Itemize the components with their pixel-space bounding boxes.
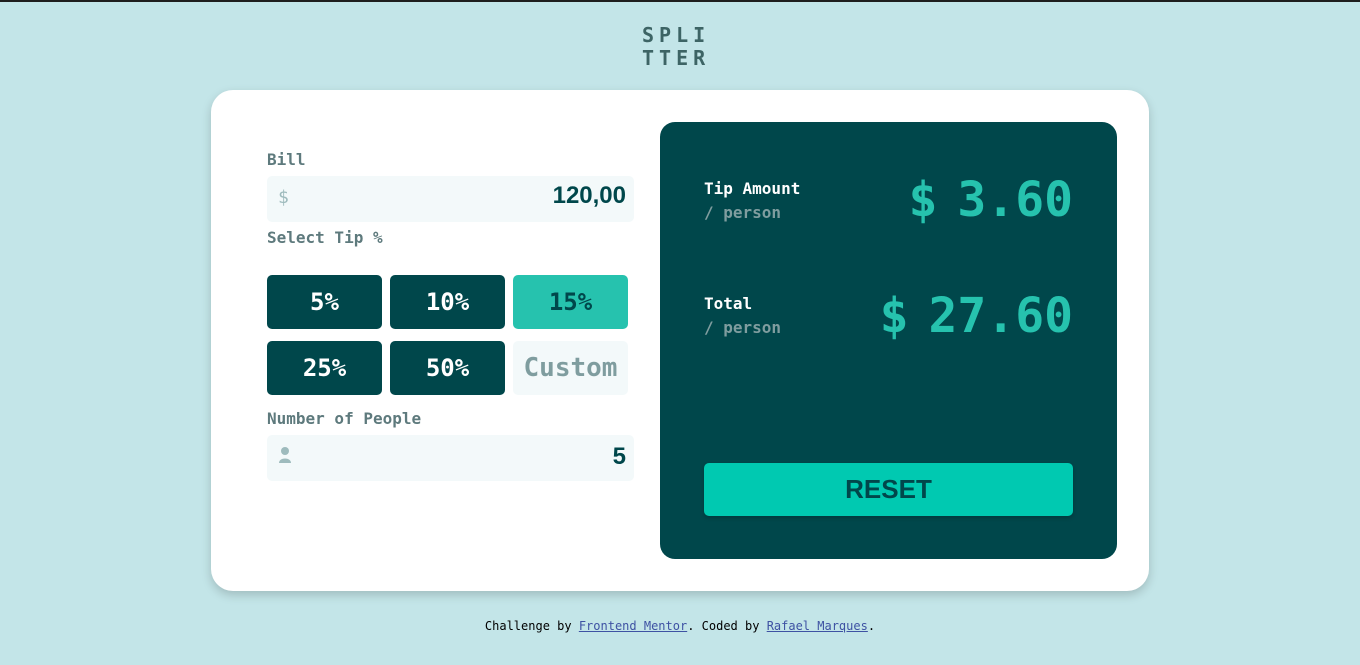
results-panel: Tip Amount / person $3.60 Total / person… xyxy=(660,122,1117,559)
tip-amount-value: $3.60 xyxy=(909,172,1074,228)
frontend-mentor-link[interactable]: Frontend Mentor xyxy=(579,619,687,633)
logo: SPLI TTER xyxy=(642,24,722,70)
total-title: Total xyxy=(704,294,753,313)
people-label: Number of People xyxy=(267,409,422,428)
total-number: 27.60 xyxy=(928,288,1074,344)
total-currency: $ xyxy=(879,288,909,344)
attribution: Challenge by Frontend Mentor. Coded by R… xyxy=(0,619,1360,633)
author-link[interactable]: Rafael Marques xyxy=(767,619,868,633)
attribution-middle: . Coded by xyxy=(687,619,767,633)
bill-input[interactable]: $ 120,00 xyxy=(267,176,634,222)
attribution-prefix: Challenge by xyxy=(484,619,579,633)
tip-amount-title: Tip Amount xyxy=(704,179,801,198)
logo-line-1: SPLI xyxy=(642,23,711,47)
tip-button-25[interactable]: 25% xyxy=(267,341,382,395)
custom-tip-input[interactable]: Custom xyxy=(513,341,628,395)
tip-button-50[interactable]: 50% xyxy=(390,341,505,395)
bill-value[interactable]: 120,00 xyxy=(553,182,626,210)
attribution-suffix: . xyxy=(867,619,876,633)
tip-button-15[interactable]: 15% xyxy=(513,275,628,329)
tip-amount-sub: / person xyxy=(704,203,782,222)
people-value[interactable]: 5 xyxy=(613,443,626,471)
person-icon xyxy=(278,446,292,469)
bill-label: Bill xyxy=(267,150,306,169)
select-tip-label: Select Tip % xyxy=(267,228,383,247)
logo-line-2: TTER xyxy=(642,46,711,70)
total-sub: / person xyxy=(704,318,782,337)
calculator-card: Bill $ 120,00 Select Tip % 5% 10% 15% 25… xyxy=(211,90,1149,591)
reset-button[interactable]: RESET xyxy=(704,463,1073,516)
tip-button-10[interactable]: 10% xyxy=(390,275,505,329)
dollar-icon: $ xyxy=(278,187,289,208)
tip-currency: $ xyxy=(908,172,938,228)
total-value: $27.60 xyxy=(880,288,1073,344)
people-input[interactable]: 5 xyxy=(267,435,634,481)
tip-button-5[interactable]: 5% xyxy=(267,275,382,329)
tip-amount-number: 3.60 xyxy=(957,172,1073,228)
